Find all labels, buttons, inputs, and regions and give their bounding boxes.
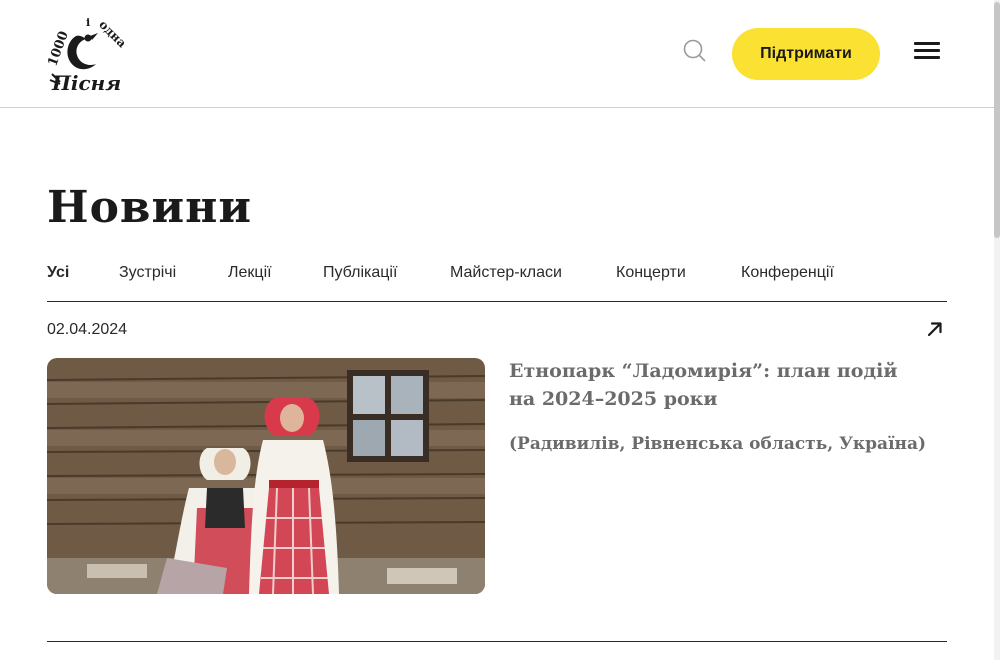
site-logo[interactable]: 1000 і одна Пісня [45,14,132,95]
page-scrollbar[interactable] [994,0,1000,660]
news-date: 02.04.2024 [47,321,128,338]
svg-text:одна: одна [96,17,129,50]
svg-text:і: і [86,16,90,29]
hamburger-menu-icon[interactable] [914,42,942,62]
tab-conferences[interactable]: Конференції [741,264,834,282]
tab-publications[interactable]: Публікації [323,264,397,282]
tab-meetings[interactable]: Зустрічі [119,264,176,282]
thousand-and-one-song-logo-icon: 1000 і одна Пісня [45,16,129,95]
svg-text:Пісня: Пісня [51,71,121,94]
scrollbar-thumb[interactable] [994,2,1000,238]
support-button[interactable]: Підтримати [732,28,880,80]
news-title[interactable]: Етнопарк “Ладомирія”: план подій на 2024… [509,357,929,413]
page-title: Новини [47,182,252,233]
search-icon[interactable] [682,38,708,64]
site-header: 1000 і одна Пісня Підтримати [0,0,994,108]
tab-all[interactable]: Усі [47,264,69,282]
photo-two-women-folk-costume-icon [47,358,485,594]
tab-concerts[interactable]: Концерти [616,264,686,282]
news-divider [47,641,947,642]
news-subtitle: (Радивилів, Рівненська область, Україна) [509,434,927,454]
news-image[interactable] [47,358,485,594]
news-category-tabs: Усі Зустрічі Лекції Публікації Майстер-к… [47,262,947,302]
tab-lectures[interactable]: Лекції [228,264,272,282]
arrow-up-right-icon[interactable] [926,320,944,338]
tab-masterclasses[interactable]: Майстер-класи [450,264,562,282]
